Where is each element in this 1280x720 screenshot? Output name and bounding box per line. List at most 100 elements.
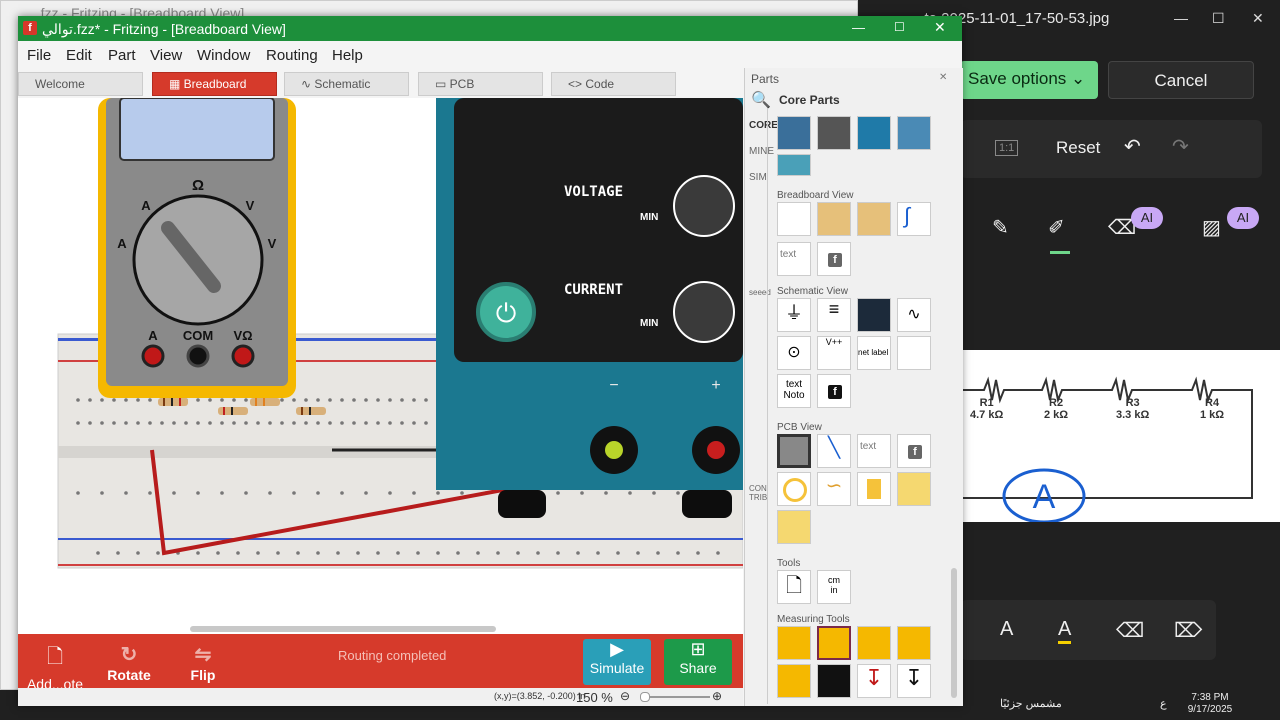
marker-icon[interactable]: ✎ <box>992 215 1009 240</box>
noto-label: Noto <box>783 390 805 401</box>
undo-icon[interactable]: ↶ <box>1124 134 1141 159</box>
ruler-tool[interactable]: cm in <box>817 570 851 604</box>
dc-source-icon[interactable]: ⊙ <box>777 336 811 370</box>
reset-button[interactable]: Reset <box>1056 138 1100 158</box>
part-silkscreen-text[interactable]: text <box>857 434 891 468</box>
part-multimeter[interactable] <box>777 664 811 698</box>
minimize-icon[interactable]: — <box>1174 10 1188 26</box>
highlight-icon[interactable]: A <box>1058 618 1072 644</box>
multimeter-label: A <box>148 328 158 343</box>
part-text[interactable]: text <box>777 242 811 276</box>
category-sim[interactable]: SIM <box>749 172 767 183</box>
rotate-button[interactable]: ↻ Rotate <box>106 642 152 683</box>
part-board[interactable] <box>897 116 931 150</box>
tab-pcb[interactable]: ▭ PCB <box>418 72 543 96</box>
zoom-slider-handle[interactable] <box>640 692 650 702</box>
note-icon: 🗋 <box>46 646 64 668</box>
zoom-slider[interactable] <box>640 696 710 698</box>
part-hole[interactable] <box>777 472 811 506</box>
breadboard-canvas[interactable]: Ω A V A V A COM VΩ ⏻ VOLTAGE CURRENT MIN… <box>18 98 743 653</box>
maximize-icon[interactable]: ☐ <box>1212 10 1225 27</box>
part-logo[interactable]: f <box>897 434 931 468</box>
aspect-ratio-icon[interactable]: 1:1 <box>995 140 1019 156</box>
ground-icon[interactable]: ⏚ <box>777 298 811 332</box>
input-language[interactable]: ع <box>1160 697 1167 710</box>
part-jumper[interactable]: ∽ <box>817 472 851 506</box>
share-button[interactable]: ⊞ Share <box>664 639 732 685</box>
search-icon[interactable]: 🔍 <box>751 90 771 110</box>
save-options-button[interactable]: Save options ⌄ <box>960 61 1098 99</box>
cancel-button[interactable]: Cancel <box>1108 61 1254 99</box>
part-multimeter[interactable] <box>897 626 931 660</box>
clock[interactable]: 7:38 PM 9/17/2025 <box>1180 692 1240 716</box>
part-multimeter-selected[interactable] <box>817 626 851 660</box>
part-arduino[interactable] <box>777 116 811 150</box>
clear-icon[interactable]: ⌦ <box>1174 618 1202 643</box>
flip-button[interactable]: ⇋ Flip <box>186 642 220 683</box>
add-note-button[interactable]: 🗋 Add...ote <box>26 642 84 692</box>
close-icon[interactable]: ✕ <box>1252 10 1264 27</box>
section-pcb-view: PCB View <box>777 422 822 433</box>
redo-icon[interactable]: ↷ <box>1172 134 1189 159</box>
tab-code[interactable]: <> Code <box>551 72 676 96</box>
text-icon[interactable]: A <box>1000 618 1013 641</box>
handwritten-a: A <box>1033 478 1056 516</box>
part-wire[interactable]: ∫ <box>897 202 931 236</box>
part-chip[interactable] <box>817 116 851 150</box>
blur-icon[interactable]: ▨ <box>1202 215 1221 240</box>
part-copper-shape[interactable] <box>777 510 811 544</box>
category-mine[interactable]: MINE <box>749 146 774 157</box>
menu-window[interactable]: Window <box>197 47 250 64</box>
part-title-block[interactable] <box>897 336 931 370</box>
menu-part[interactable]: Part <box>108 47 136 64</box>
min-label: MIN <box>640 212 658 223</box>
vcc-icon[interactable]: V++ <box>817 336 851 370</box>
part-frame[interactable] <box>857 298 891 332</box>
tab-breadboard[interactable]: ▦ Breadboard <box>152 72 277 96</box>
net-label[interactable]: net label <box>857 336 891 370</box>
part-stripboard[interactable] <box>857 202 891 236</box>
ac-source-icon[interactable]: ∿ <box>897 298 931 332</box>
part-copper-fill[interactable] <box>897 472 931 506</box>
panel-close-icon[interactable]: ✕ <box>939 72 947 83</box>
part-oscilloscope[interactable] <box>817 664 851 698</box>
taskbar-weather[interactable]: مشمس جزئيًا <box>1000 697 1062 710</box>
part-trace[interactable]: ╲ <box>817 434 851 468</box>
current-knob <box>673 281 735 343</box>
zoom-out-icon[interactable]: ⊖ <box>620 689 630 703</box>
part-board[interactable] <box>857 116 891 150</box>
zoom-in-icon[interactable]: ⊕ <box>712 689 722 703</box>
tab-label: Welcome <box>35 77 85 91</box>
pen-icon[interactable]: ✐ <box>1048 215 1065 240</box>
tab-label: Schematic <box>314 77 371 91</box>
menu-help[interactable]: Help <box>332 47 363 64</box>
part-pcb[interactable] <box>777 434 811 468</box>
black-probe-icon[interactable]: ↧ <box>897 664 931 698</box>
minimize-icon[interactable]: — <box>852 20 865 35</box>
close-icon[interactable]: ✕ <box>934 19 946 36</box>
tab-welcome[interactable]: Welcome <box>18 72 143 96</box>
menu-routing[interactable]: Routing <box>266 47 318 64</box>
power-label-icon[interactable]: ≡ <box>817 298 851 332</box>
category-core[interactable]: CORE <box>749 120 778 131</box>
simulate-button[interactable]: ▶ Simulate <box>583 639 651 685</box>
tab-schematic[interactable]: ∿ Schematic <box>284 72 409 96</box>
part-multimeter[interactable] <box>857 626 891 660</box>
part-multimeter[interactable] <box>777 626 811 660</box>
menu-view[interactable]: View <box>150 47 182 64</box>
menu-edit[interactable]: Edit <box>66 47 92 64</box>
eraser-icon[interactable]: ⌫ <box>1116 618 1144 643</box>
part-text-noto[interactable]: text Noto <box>777 374 811 408</box>
part-perfboard[interactable] <box>817 202 851 236</box>
parts-scrollbar[interactable] <box>951 568 957 698</box>
part-logo[interactable]: f <box>817 374 851 408</box>
part-pad[interactable] <box>857 472 891 506</box>
voltage-knob <box>673 175 735 237</box>
maximize-icon[interactable]: ☐ <box>894 20 905 34</box>
part-breadboard-small[interactable] <box>777 202 811 236</box>
part-strip[interactable] <box>777 154 811 176</box>
note-tool-icon[interactable]: 🗋 <box>777 570 811 604</box>
part-logo[interactable]: f <box>817 242 851 276</box>
menu-file[interactable]: File <box>27 47 51 64</box>
red-probe-icon[interactable]: ↧ <box>857 664 891 698</box>
